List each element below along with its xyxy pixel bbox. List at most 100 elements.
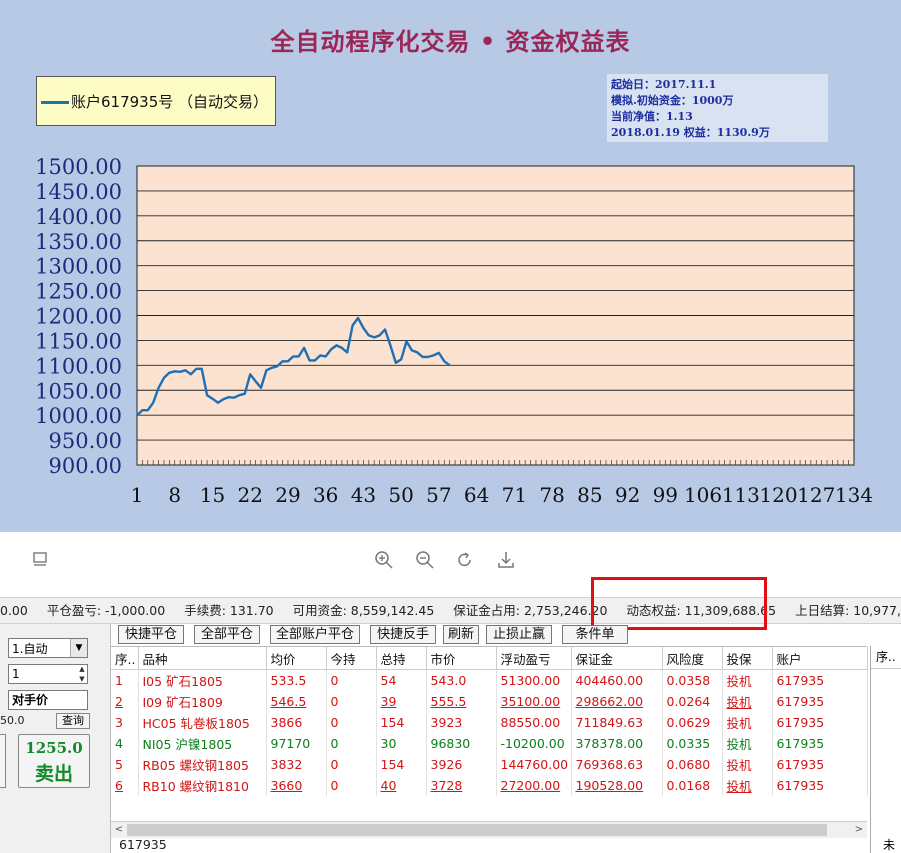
- close-all-button[interactable]: 全部平仓: [194, 625, 260, 644]
- col-header-margin[interactable]: 保证金: [571, 647, 663, 670]
- refresh-button[interactable]: 刷新: [443, 625, 479, 644]
- query-button[interactable]: 查询: [56, 713, 90, 729]
- col-header-total-pos[interactable]: 总持: [376, 647, 427, 670]
- info-equity: 2018.01.19 权益：1130.9万: [611, 126, 770, 139]
- cell-account: 617935: [772, 775, 868, 796]
- col-header-index[interactable]: 序..: [111, 647, 139, 670]
- status-fee: 手续费: 131.70: [184, 603, 274, 618]
- mode-select[interactable]: 1.自动 ▼: [8, 638, 88, 658]
- x-tick-label: 134: [835, 483, 873, 507]
- col-header-risk[interactable]: 风险度: [662, 647, 723, 670]
- y-tick-label: 1350.00: [35, 230, 122, 254]
- scrollbar-thumb[interactable]: [127, 824, 827, 836]
- right-side-panel: 序.. 未: [870, 646, 901, 853]
- cell-account: 617935: [772, 754, 868, 775]
- cell-index: 4: [111, 733, 139, 754]
- thumbnail-icon[interactable]: [29, 550, 51, 572]
- table-row[interactable]: 6 RB10 螺纹钢1810 3660 0 40 3728 27200.00 190528.0…: [111, 775, 868, 796]
- close-all-accounts-button[interactable]: 全部账户平仓: [270, 625, 360, 644]
- cell-avg-price: 3866: [266, 712, 327, 733]
- cell-margin: 769368.63: [571, 754, 663, 775]
- sell-button[interactable]: 1255.0 卖出: [18, 734, 90, 788]
- scroll-right-icon[interactable]: >: [851, 822, 867, 838]
- cell-margin: 378378.00: [571, 733, 663, 754]
- status-available-funds: 可用资金: 8,559,142.45: [292, 603, 435, 618]
- col-header-today-pos[interactable]: 今持: [326, 647, 377, 670]
- col-header-market-price[interactable]: 市价: [426, 647, 497, 670]
- cell-total-pos: 40: [376, 775, 427, 796]
- price-type-select[interactable]: 对手价: [8, 690, 88, 710]
- buy-button-edge[interactable]: [0, 734, 6, 788]
- cell-hedge: 投机: [722, 691, 773, 712]
- equity-chart-panel: 全自动程序化交易 • 资金权益表 账户617935号 （自动交易） 起始日：20…: [0, 0, 901, 532]
- zoom-in-icon[interactable]: [373, 550, 395, 572]
- sell-label: 卖出: [34, 763, 73, 785]
- cell-index: 6: [111, 775, 139, 796]
- cell-index: 3: [111, 712, 139, 733]
- legend-label: 账户617935号 （自动交易）: [71, 93, 269, 111]
- col-header-avg-price[interactable]: 均价: [266, 647, 327, 670]
- scroll-left-icon[interactable]: <: [111, 822, 127, 838]
- cell-account: 617935: [772, 712, 868, 733]
- quick-close-button[interactable]: 快捷平仓: [118, 625, 184, 644]
- status-margin-used: 保证金占用: 2,753,246.20: [453, 603, 608, 618]
- y-tick-label: 1300.00: [35, 255, 122, 279]
- cell-risk: 0.0629: [662, 712, 723, 733]
- cell-risk: 0.0335: [662, 733, 723, 754]
- col-header-float-pnl[interactable]: 浮动盈亏: [496, 647, 572, 670]
- table-row[interactable]: 5 RB05 螺纹钢1805 3832 0 154 3926 144760.00 769368…: [111, 754, 868, 775]
- cell-instrument: I09 矿石1809: [138, 691, 267, 712]
- download-icon[interactable]: [495, 550, 517, 572]
- table-row[interactable]: 1 I05 矿石1805 533.5 0 54 543.0 51300.00 404460.0…: [111, 669, 868, 691]
- cell-market-price: 3926: [426, 754, 497, 775]
- x-tick-label: 113: [722, 483, 760, 507]
- mode-select-value: 1.自动: [12, 642, 48, 656]
- cell-avg-price: 533.5: [266, 669, 327, 691]
- x-tick-label: 43: [351, 483, 376, 507]
- conditional-order-button[interactable]: 条件单: [562, 625, 628, 644]
- x-tick-label: 36: [313, 483, 338, 507]
- chevron-down-icon[interactable]: ▼: [70, 639, 87, 657]
- col-header-instrument[interactable]: 品种: [138, 647, 267, 670]
- x-tick-label: 85: [577, 483, 602, 507]
- info-start-date: 起始日：2017.11.1: [611, 78, 717, 91]
- cell-market-price: 3923: [426, 712, 497, 733]
- chart-info-box: 起始日：2017.11.1 模拟.初始资金：1000万 当前净值：1.13 20…: [607, 74, 828, 142]
- cell-margin: 711849.63: [571, 712, 663, 733]
- table-row[interactable]: 3 HC05 轧卷板1805 3866 0 154 3923 88550.00 711849.…: [111, 712, 868, 733]
- col-header-account[interactable]: 账户: [772, 647, 868, 670]
- y-tick-label: 1000.00: [35, 404, 122, 428]
- cell-hedge: 投机: [722, 712, 773, 733]
- x-tick-label: 64: [464, 483, 489, 507]
- cell-index: 5: [111, 754, 139, 775]
- cell-market-price: 96830: [426, 733, 497, 754]
- cell-float-pnl: 35100.00: [496, 691, 572, 712]
- status-close-pnl: 平仓盈亏: -1,000.00: [46, 603, 166, 618]
- quantity-stepper[interactable]: ▲ ▼: [74, 664, 90, 684]
- quick-reverse-button[interactable]: 快捷反手: [370, 625, 436, 644]
- cell-hedge: 投机: [722, 669, 773, 691]
- cell-avg-price: 3660: [266, 775, 327, 796]
- x-tick-label: 99: [653, 483, 678, 507]
- cell-avg-price: 97170: [266, 733, 327, 754]
- right-panel-header[interactable]: 序..: [871, 646, 901, 669]
- horizontal-scrollbar[interactable]: < >: [111, 821, 867, 838]
- reset-icon[interactable]: [454, 550, 476, 572]
- cell-total-pos: 154: [376, 712, 427, 733]
- x-tick-label: 1: [131, 483, 144, 507]
- y-tick-label: 1050.00: [35, 379, 122, 403]
- cell-today-pos: 0: [326, 775, 377, 796]
- col-header-hedge[interactable]: 投保: [722, 647, 773, 670]
- cell-total-pos: 154: [376, 754, 427, 775]
- zoom-out-icon[interactable]: [414, 550, 436, 572]
- cell-today-pos: 0: [326, 669, 377, 691]
- cell-float-pnl: 88550.00: [496, 712, 572, 733]
- x-tick-label: 22: [237, 483, 262, 507]
- cell-market-price: 543.0: [426, 669, 497, 691]
- account-tab[interactable]: 617935: [111, 837, 179, 853]
- positions-table-container: 序.. 品种 均价 今持 总持 市价 浮动盈亏 保证金 风险度 投保 账户 1I…: [111, 646, 868, 822]
- stop-loss-profit-button[interactable]: 止损止赢: [486, 625, 552, 644]
- table-row[interactable]: 4 NI05 沪镍1805 97170 0 30 96830 -10200.00 378378…: [111, 733, 868, 754]
- table-row[interactable]: 2 I09 矿石1809 546.5 0 39 555.5 35100.00 298662.0…: [111, 691, 868, 712]
- x-tick-label: 92: [615, 483, 640, 507]
